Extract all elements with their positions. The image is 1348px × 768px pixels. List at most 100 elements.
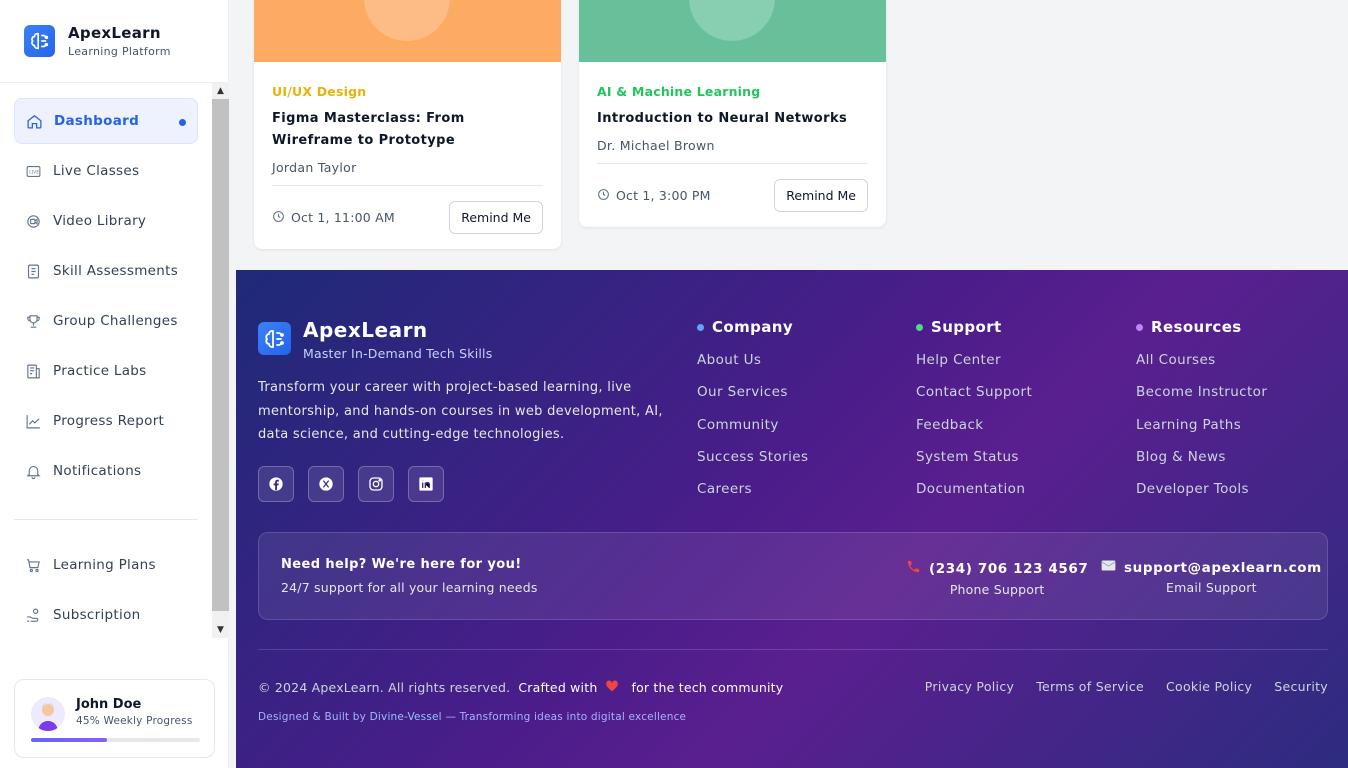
cookie-policy-link[interactable]: Cookie Policy xyxy=(1166,679,1252,694)
footer-link[interactable]: Blog & News xyxy=(1136,449,1267,481)
decorative-circle xyxy=(364,0,450,41)
footer-link[interactable]: Our Services xyxy=(697,384,808,416)
privacy-policy-link[interactable]: Privacy Policy xyxy=(925,679,1014,694)
column-title: Resources xyxy=(1151,318,1242,336)
sidebar-item-practice-labs[interactable]: Practice Labs xyxy=(14,348,198,394)
user-profile-card[interactable]: John Doe 45% Weekly Progress xyxy=(14,679,215,758)
weekly-progress-text: 45% Weekly Progress xyxy=(76,715,193,727)
bullet-dot xyxy=(1136,323,1143,331)
brand-subtitle: Learning Platform xyxy=(68,45,171,58)
footer-column-company: Company About Us Our Services Community … xyxy=(697,318,808,513)
footer-link[interactable]: System Status xyxy=(916,449,1032,481)
copyright: © 2024 ApexLearn. All rights reserved. C… xyxy=(258,679,783,695)
linkedin-icon[interactable] xyxy=(408,466,444,502)
instructor-name: Dr. Michael Brown xyxy=(597,138,715,153)
brand-name: ApexLearn xyxy=(68,24,161,42)
cart-icon xyxy=(24,556,42,574)
decorative-circle xyxy=(689,0,775,41)
column-title: Support xyxy=(931,318,1002,336)
divider xyxy=(258,649,1328,650)
chart-icon xyxy=(24,412,42,430)
footer-link[interactable]: All Courses xyxy=(1136,352,1267,384)
sidebar-item-live-classes[interactable]: LIVE Live Classes xyxy=(14,148,198,194)
trophy-icon xyxy=(24,312,42,330)
sidebar-item-label: Subscription xyxy=(53,607,141,623)
footer-brand[interactable]: ApexLearn Master In-Demand Tech Skills xyxy=(258,318,492,361)
user-name: John Doe xyxy=(76,697,142,712)
scroll-thumb[interactable] xyxy=(212,99,229,611)
footer-link[interactable]: About Us xyxy=(697,352,808,384)
phone-number: (234) 706 123 4567 xyxy=(929,560,1089,577)
phone-contact[interactable]: (234) 706 123 4567 Phone Support xyxy=(906,559,1088,597)
course-card[interactable]: AI & Machine Learning Introduction to Ne… xyxy=(579,0,886,227)
email-label: Email Support xyxy=(1166,580,1257,595)
session-time-text: Oct 1, 3:00 PM xyxy=(616,188,711,203)
email-contact[interactable]: support@apexlearn.com Email Support xyxy=(1101,559,1322,595)
footer-link[interactable]: Success Stories xyxy=(697,449,808,481)
brain-logo-icon xyxy=(24,25,55,57)
session-time-text: Oct 1, 11:00 AM xyxy=(291,210,395,225)
footer-link[interactable]: Careers xyxy=(697,481,808,513)
bullet-dot xyxy=(916,323,923,331)
secondary-nav: Learning Plans Subscription xyxy=(14,542,198,642)
sidebar-item-label: Group Challenges xyxy=(53,313,178,329)
legal-links: Privacy Policy Terms of Service Cookie P… xyxy=(925,679,1328,694)
scroll-down-arrow-icon[interactable]: ▼ xyxy=(212,622,229,638)
footer-link[interactable]: Become Instructor xyxy=(1136,384,1267,416)
progress-bar-fill xyxy=(31,738,108,742)
credit-prefix: Designed & Built by xyxy=(258,711,367,723)
email-address: support@apexlearn.com xyxy=(1124,559,1322,576)
sidebar-item-label: Progress Report xyxy=(53,413,165,429)
crafted-prefix: Crafted with xyxy=(518,679,598,695)
footer-link[interactable]: Documentation xyxy=(916,481,1032,513)
copyright-text: © 2024 ApexLearn. All rights reserved. xyxy=(258,679,511,695)
course-title: Introduction to Neural Networks xyxy=(597,111,848,126)
brand[interactable]: ApexLearn Learning Platform xyxy=(24,24,171,58)
sidebar-scrollbar[interactable]: ▲ ▼ xyxy=(212,83,229,638)
instagram-icon[interactable] xyxy=(358,466,394,502)
x-icon[interactable] xyxy=(308,466,344,502)
sidebar-item-group-challenges[interactable]: Group Challenges xyxy=(14,298,198,344)
terms-of-service-link[interactable]: Terms of Service xyxy=(1036,679,1144,694)
credit-link[interactable]: Divine-Vessel xyxy=(370,711,442,723)
course-category: AI & Machine Learning xyxy=(597,84,761,99)
course-category: UI/UX Design xyxy=(272,84,367,99)
heart-icon xyxy=(605,679,619,695)
footer-description: Transform your career with project-based… xyxy=(258,380,663,442)
security-link[interactable]: Security xyxy=(1274,679,1328,694)
footer-link[interactable]: Developer Tools xyxy=(1136,481,1267,513)
sidebar-item-label: Learning Plans xyxy=(53,557,156,573)
divider xyxy=(14,519,198,520)
sidebar-item-notifications[interactable]: Notifications xyxy=(14,448,198,494)
footer-link[interactable]: Community xyxy=(697,417,808,449)
course-title: Figma Masterclass: From Wireframe to Pro… xyxy=(272,111,465,148)
live-icon: LIVE xyxy=(24,162,42,180)
footer-column-resources: Resources All Courses Become Instructor … xyxy=(1136,318,1267,513)
sidebar-item-label: Practice Labs xyxy=(53,363,147,379)
sidebar-item-subscription[interactable]: Subscription xyxy=(14,592,198,638)
facebook-icon[interactable] xyxy=(258,466,294,502)
session-time: Oct 1, 3:00 PM xyxy=(597,188,711,204)
sidebar-item-skill-assessments[interactable]: Skill Assessments xyxy=(14,248,198,294)
footer-link[interactable]: Help Center xyxy=(916,352,1032,384)
sidebar-item-progress-report[interactable]: Progress Report xyxy=(14,398,198,444)
session-time: Oct 1, 11:00 AM xyxy=(272,210,395,226)
footer-link[interactable]: Feedback xyxy=(916,417,1032,449)
column-title: Company xyxy=(712,318,794,336)
remind-me-button[interactable]: Remind Me xyxy=(774,179,868,212)
footer-link[interactable]: Learning Paths xyxy=(1136,417,1267,449)
remind-me-button[interactable]: Remind Me xyxy=(449,201,543,234)
phone-label: Phone Support xyxy=(949,582,1045,597)
footer-link[interactable]: Contact Support xyxy=(916,384,1032,416)
course-card[interactable]: UI/UX Design Figma Masterclass: From Wir… xyxy=(254,0,561,249)
credit-suffix: — Transforming ideas into digital excell… xyxy=(445,711,687,723)
design-credit: Designed & Built by Divine-Vessel — Tran… xyxy=(258,711,686,723)
scroll-up-arrow-icon[interactable]: ▲ xyxy=(212,83,229,99)
sidebar-item-video-library[interactable]: Video Library xyxy=(14,198,198,244)
sidebar-item-dashboard[interactable]: Dashboard xyxy=(14,98,198,144)
footer-brand-name: ApexLearn xyxy=(303,318,428,342)
main-nav: Dashboard LIVE Live Classes Video Librar… xyxy=(14,98,198,498)
brain-logo-icon xyxy=(258,322,291,355)
instructor-name: Jordan Taylor xyxy=(272,160,357,175)
sidebar-item-learning-plans[interactable]: Learning Plans xyxy=(14,542,198,588)
